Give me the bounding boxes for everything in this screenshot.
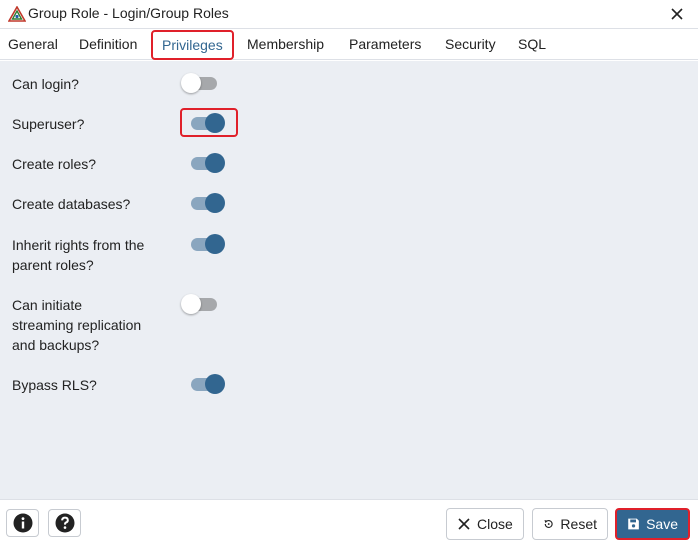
bypass-rls-label: Bypass RLS? bbox=[12, 377, 97, 393]
tab-bar: General Definition Privileges Membership… bbox=[0, 29, 698, 60]
tab-membership[interactable]: Membership bbox=[247, 29, 324, 60]
reset-icon bbox=[544, 520, 553, 528]
dialog-titlebar: Group Role - Login/Group Roles bbox=[0, 0, 698, 29]
bypass-rls-switch[interactable] bbox=[187, 374, 225, 394]
tab-sql[interactable]: SQL bbox=[518, 29, 546, 60]
can-login-label: Can login? bbox=[12, 76, 79, 92]
dialog-title: Group Role - Login/Group Roles bbox=[28, 5, 229, 21]
dialog-footer: Close Reset Save bbox=[0, 499, 698, 550]
replication-label: Can initiate streaming replication and b… bbox=[12, 297, 142, 353]
superuser-label: Superuser? bbox=[12, 116, 85, 132]
create-roles-switch[interactable] bbox=[187, 153, 225, 173]
pgadmin-logo-icon bbox=[8, 6, 26, 22]
inherit-rights-switch[interactable] bbox=[187, 234, 225, 254]
tab-privileges[interactable]: Privileges bbox=[151, 30, 234, 60]
save-button[interactable]: Save bbox=[615, 508, 690, 540]
close-button[interactable]: Close bbox=[446, 508, 524, 540]
tab-security[interactable]: Security bbox=[445, 29, 496, 60]
close-icon[interactable] bbox=[666, 3, 688, 25]
info-icon bbox=[13, 513, 32, 533]
create-databases-switch[interactable] bbox=[187, 193, 225, 213]
close-icon bbox=[458, 518, 470, 530]
can-login-switch[interactable] bbox=[181, 73, 219, 93]
info-button[interactable] bbox=[6, 509, 39, 537]
tab-general[interactable]: General bbox=[8, 29, 58, 60]
create-roles-label: Create roles? bbox=[12, 156, 97, 172]
reset-button[interactable]: Reset bbox=[532, 508, 608, 540]
floppy-disk-icon bbox=[628, 518, 639, 530]
superuser-switch[interactable] bbox=[187, 113, 225, 133]
help-button[interactable] bbox=[48, 509, 81, 537]
create-databases-label: Create databases? bbox=[12, 196, 131, 212]
tab-parameters[interactable]: Parameters bbox=[349, 29, 421, 60]
inherit-rights-label: Inherit rights from the parent roles? bbox=[12, 237, 145, 273]
help-icon bbox=[55, 513, 74, 533]
replication-switch[interactable] bbox=[181, 294, 219, 314]
tab-definition[interactable]: Definition bbox=[79, 29, 137, 60]
privileges-panel: Can login? Superuser? Create roles? Crea… bbox=[0, 61, 698, 499]
